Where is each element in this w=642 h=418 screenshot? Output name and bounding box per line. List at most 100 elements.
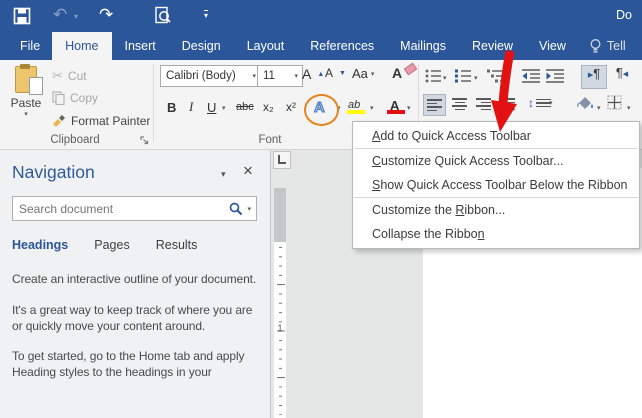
increase-indent-icon[interactable] <box>546 69 564 83</box>
cut-button: ✂ Cut <box>52 68 87 84</box>
align-center-button[interactable] <box>449 94 470 114</box>
nav-tab-pages[interactable]: Pages <box>94 238 129 252</box>
strikethrough-button[interactable]: abc <box>236 95 254 119</box>
numbering-icon[interactable] <box>455 69 471 83</box>
nav-paragraph: It's a great way to keep track of where … <box>12 302 253 333</box>
tell-me-label: Tell <box>606 39 626 53</box>
navigation-pane: Navigation ▾ × ▾ Headings Pages Results … <box>0 150 271 418</box>
format-painter-label: Format Painter <box>71 114 151 128</box>
menu-item-collapse-ribbon[interactable]: Collapse the Ribbon <box>353 222 639 246</box>
quick-access-context-menu: Add to Quick Access Toolbar Customize Qu… <box>352 121 640 249</box>
align-left-button[interactable] <box>423 94 446 116</box>
line-spacing-chevron-down-icon: ▾ <box>549 100 553 107</box>
ruler-number: 1 <box>277 323 283 333</box>
paste-button[interactable]: Paste ▾ <box>6 64 46 136</box>
menu-item-show-qat-below[interactable]: Show Quick Access Toolbar Below the Ribb… <box>353 173 639 197</box>
ltr-text-direction-button[interactable]: ▶¶ <box>581 65 607 89</box>
scissors-icon: ✂ <box>52 68 63 83</box>
grow-font-button[interactable]: A ▲ <box>302 66 324 82</box>
superscript-button[interactable]: x² <box>286 95 296 119</box>
tab-layout[interactable]: Layout <box>234 32 298 60</box>
caret-down-icon: ▼ <box>339 69 346 77</box>
rtl-text-direction-button[interactable]: ¶◀ <box>610 65 634 87</box>
search-box: ▾ <box>12 196 257 221</box>
highlight-color-bar <box>347 110 365 114</box>
paste-clipboard-icon <box>15 64 43 95</box>
print-preview-icon[interactable] <box>153 6 173 26</box>
tell-me-box[interactable]: Tell <box>579 32 626 60</box>
nav-tab-results[interactable]: Results <box>156 238 198 252</box>
search-input[interactable] <box>13 201 230 216</box>
font-group-label: Font <box>258 134 282 146</box>
shading-bucket-icon[interactable] <box>576 95 595 112</box>
format-painter-icon <box>53 114 65 127</box>
ribbon-tab-bar: File Home Insert Design Layout Reference… <box>0 32 642 60</box>
clipboard-dialog-launcher-icon[interactable] <box>140 136 149 145</box>
underline-button[interactable]: U <box>207 95 216 119</box>
bullets-icon[interactable] <box>425 69 441 83</box>
tab-file[interactable]: File <box>8 32 52 60</box>
window-title: Do <box>616 8 632 22</box>
cut-label: Cut <box>67 69 87 83</box>
word-window: ↶ ▾ ↷ ▾ Do File Home Insert Design Layou… <box>0 0 642 418</box>
copy-label: Copy <box>70 91 99 105</box>
navigation-close-icon[interactable]: × <box>243 162 253 180</box>
tab-insert[interactable]: Insert <box>112 32 169 60</box>
change-case-button[interactable]: Aa ▾ <box>352 66 374 81</box>
underline-chevron-down-icon[interactable]: ▾ <box>222 104 226 112</box>
change-case-chevron-down-icon: ▾ <box>370 70 375 78</box>
borders-icon[interactable] <box>607 95 622 110</box>
save-icon[interactable] <box>13 7 31 25</box>
annotation-circle <box>304 94 339 126</box>
tab-design[interactable]: Design <box>169 32 234 60</box>
paste-chevron-down-icon: ▾ <box>24 111 28 118</box>
bold-button[interactable]: B <box>167 95 176 119</box>
menu-item-customize-ribbon[interactable]: Customize the Ribbon... <box>353 198 639 222</box>
redo-icon[interactable]: ↷ <box>99 4 113 26</box>
grow-font-label: A <box>302 66 312 82</box>
font-size-chevron-down-icon: ▾ <box>294 73 298 80</box>
search-icon[interactable] <box>229 202 243 216</box>
menu-item-customize-qat[interactable]: Customize Quick Access Toolbar... <box>353 149 639 173</box>
line-spacing-button[interactable]: ↕ ▾ <box>528 96 553 110</box>
undo-icon: ↶ <box>53 5 68 24</box>
clipboard-group-label: Clipboard <box>50 134 100 146</box>
format-painter-button[interactable]: Format Painter <box>52 114 150 128</box>
vertical-ruler-margin <box>274 188 286 242</box>
tab-view[interactable]: View <box>526 32 579 60</box>
pilcrow-icon: ¶ <box>615 65 623 80</box>
undo-chevron-down-icon: ▾ <box>74 12 79 21</box>
nav-tab-headings[interactable]: Headings <box>12 238 68 252</box>
highlight-chevron-down-icon[interactable]: ▾ <box>370 104 374 112</box>
bullets-chevron-down-icon[interactable]: ▾ <box>443 74 447 82</box>
paste-label: Paste <box>10 96 42 110</box>
font-size-combobox[interactable]: 11 ▾ <box>257 65 303 87</box>
customize-qat-chevron-icon[interactable]: ▾ <box>204 10 209 20</box>
spacing-lines-icon <box>536 98 551 108</box>
italic-button[interactable]: I <box>189 95 193 119</box>
tab-home[interactable]: Home <box>52 32 112 60</box>
annotation-arrow <box>491 50 517 132</box>
font-size-value: 11 <box>263 70 275 82</box>
borders-chevron-down-icon[interactable]: ▾ <box>627 104 631 112</box>
shading-chevron-down-icon[interactable]: ▾ <box>597 104 601 112</box>
numbering-chevron-down-icon[interactable]: ▾ <box>474 74 478 82</box>
subscript-button[interactable]: x₂ <box>263 95 274 119</box>
navigation-pane-title: Navigation <box>12 162 95 182</box>
copy-icon <box>52 91 65 105</box>
eraser-icon <box>403 62 418 76</box>
search-chevron-down-icon[interactable]: ▾ <box>243 205 256 213</box>
title-bar: ↶ ▾ ↷ ▾ Do <box>0 0 642 32</box>
tab-references[interactable]: References <box>297 32 387 60</box>
clear-formatting-label: A <box>392 65 403 81</box>
tab-selector-button[interactable] <box>273 151 291 169</box>
clear-formatting-button[interactable]: A <box>392 62 418 81</box>
align-center-icon <box>452 98 467 110</box>
navigation-options-chevron-icon[interactable]: ▾ <box>221 169 226 180</box>
caret-up-icon: ▲ <box>317 70 325 78</box>
font-name-combobox[interactable]: Calibri (Body) ▾ <box>160 65 261 87</box>
tab-mailings[interactable]: Mailings <box>387 32 459 60</box>
font-color-chevron-down-icon[interactable]: ▾ <box>407 104 411 112</box>
nav-paragraph: To get started, go to the Home tab and a… <box>12 349 245 380</box>
shrink-font-button[interactable]: A ▼ <box>325 66 346 80</box>
